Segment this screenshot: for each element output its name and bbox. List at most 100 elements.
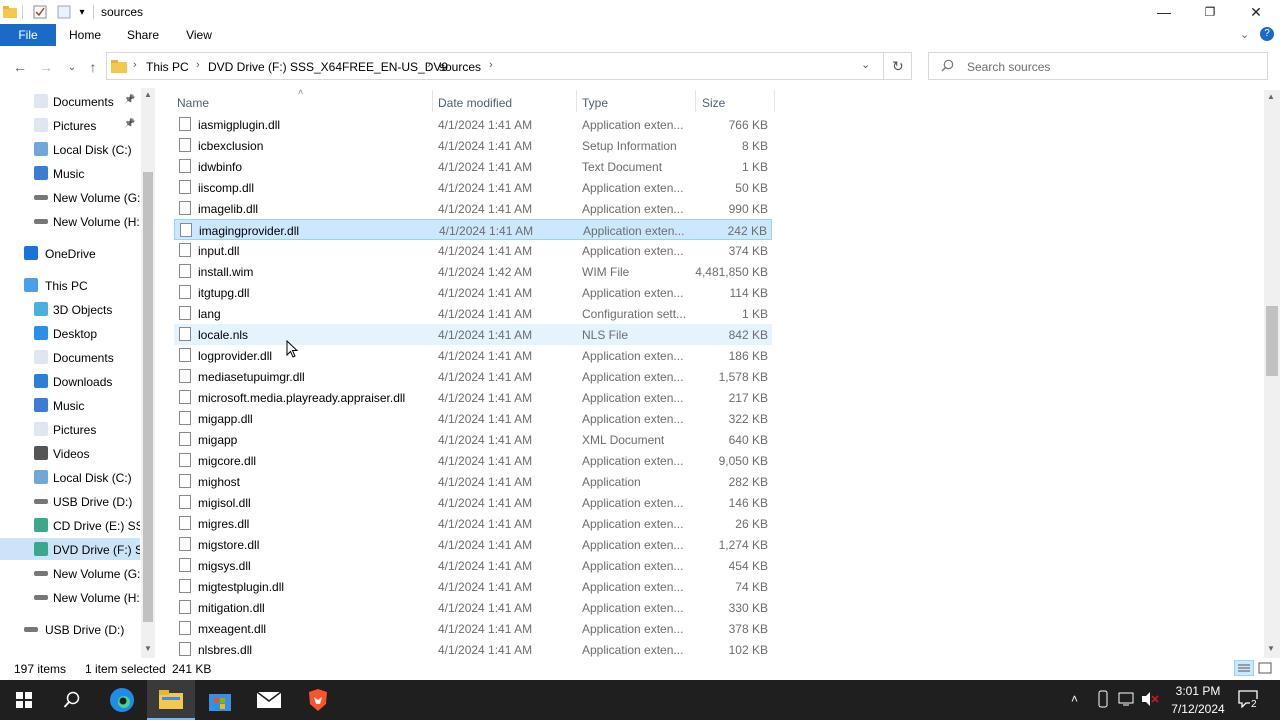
sidebar-item[interactable]: CD Drive (E:) SSS [0, 514, 140, 536]
store-button[interactable] [196, 680, 244, 720]
back-button[interactable]: ← [10, 58, 30, 76]
breadcrumb-sources[interactable]: sources [439, 60, 481, 74]
sidebar-item[interactable]: USB Drive (D:) [0, 490, 140, 512]
tab-view[interactable]: View [176, 24, 222, 46]
table-row[interactable]: itgtupg.dll 4/1/2024 1:41 AM Application e… [174, 282, 772, 303]
table-row[interactable]: migres.dll 4/1/2024 1:41 AM Application ex… [174, 513, 772, 534]
sidebar-item[interactable]: 3D Objects [0, 298, 140, 320]
sidebar-item[interactable]: Music [0, 394, 140, 416]
table-row[interactable]: icbexclusion 4/1/2024 1:41 AM Setup Inform… [174, 135, 772, 156]
table-row[interactable]: imagingprovider.dll 4/1/2024 1:41 AM Appli… [174, 219, 772, 240]
table-row[interactable]: locale.nls 4/1/2024 1:41 AM NLS File 842 KB [174, 324, 772, 345]
sidebar-item[interactable]: Documents 📌 [0, 90, 140, 112]
address-dropdown-chevron-icon[interactable]: ⌄ [861, 58, 870, 71]
sidebar-item[interactable]: OneDrive [0, 242, 140, 264]
forward-button[interactable]: → [36, 58, 56, 76]
sidebar-item[interactable]: New Volume (G: [0, 562, 140, 584]
properties-icon[interactable] [32, 4, 48, 20]
help-icon[interactable]: ? [1260, 27, 1274, 41]
tab-home[interactable]: Home [60, 24, 110, 46]
table-row[interactable]: migsys.dll 4/1/2024 1:41 AM Application ex… [174, 555, 772, 576]
expand-ribbon-chevron-icon[interactable]: ⌄ [1240, 28, 1249, 41]
recent-locations-button[interactable]: ⌄ [62, 58, 82, 76]
scroll-down-arrow-icon[interactable]: ▼ [144, 644, 152, 653]
clock-date[interactable]: 7/12/2024 [1168, 702, 1228, 716]
sidebar-scrollbar-thumb[interactable] [143, 172, 153, 622]
volume-muted-icon[interactable] [1141, 691, 1159, 710]
column-divider[interactable] [432, 90, 433, 112]
table-row[interactable]: iiscomp.dll 4/1/2024 1:41 AM Application e… [174, 177, 772, 198]
clock-time[interactable]: 3:01 PM [1174, 684, 1222, 698]
refresh-icon[interactable]: ↻ [892, 58, 904, 75]
file-explorer-button[interactable] [147, 680, 195, 720]
sidebar-item[interactable]: Local Disk (C:) [0, 138, 140, 160]
up-button[interactable]: ↑ [83, 58, 103, 76]
table-row[interactable]: idwbinfo 4/1/2024 1:41 AM Text Document 1 K… [174, 156, 772, 177]
sidebar-item[interactable]: Videos [0, 442, 140, 464]
sidebar-item[interactable]: Pictures [0, 418, 140, 440]
scroll-up-arrow-icon[interactable]: ▲ [1267, 92, 1275, 101]
column-divider[interactable] [576, 90, 577, 112]
table-row[interactable]: logprovider.dll 4/1/2024 1:41 AM Applicati… [174, 345, 772, 366]
sidebar-item[interactable]: Music [0, 162, 140, 184]
minimize-button[interactable]: — [1141, 0, 1187, 24]
device-icon[interactable] [1096, 690, 1110, 711]
search-input[interactable]: Search sources [967, 60, 1050, 74]
sidebar-item[interactable]: New Volume (G: [0, 186, 140, 208]
details-view-button[interactable] [1234, 660, 1254, 676]
tab-share[interactable]: Share [118, 24, 168, 46]
table-row[interactable]: migtestplugin.dll 4/1/2024 1:41 AM Applica… [174, 576, 772, 597]
mail-button[interactable] [245, 680, 293, 720]
column-date-modified[interactable]: Date modified [438, 96, 512, 110]
table-row[interactable]: migisol.dll 4/1/2024 1:41 AM Application e… [174, 492, 772, 513]
new-folder-icon[interactable] [56, 4, 72, 20]
table-row[interactable]: migstore.dll 4/1/2024 1:41 AM Application … [174, 534, 772, 555]
scroll-down-arrow-icon[interactable]: ▼ [1267, 644, 1275, 653]
restore-button[interactable]: ❐ [1187, 0, 1233, 24]
breadcrumb-dvd-drive[interactable]: DVD Drive (F:) SSS_X64FREE_EN-US_DV9 [208, 60, 448, 74]
search-box[interactable]: Search sources [928, 52, 1268, 80]
table-row[interactable]: input.dll 4/1/2024 1:41 AM Application ext… [174, 240, 772, 261]
column-divider[interactable] [695, 90, 696, 112]
table-row[interactable]: nlsbres.dll 4/1/2024 1:41 AM Application e… [174, 639, 772, 660]
address-bar[interactable]: › This PC › DVD Drive (F:) SSS_X64FREE_E… [106, 52, 912, 80]
column-name[interactable]: Name [177, 96, 209, 110]
network-icon[interactable] [1118, 691, 1136, 710]
table-row[interactable]: mediasetupuimgr.dll 4/1/2024 1:41 AM Appli… [174, 366, 772, 387]
large-icons-view-button[interactable] [1257, 661, 1273, 675]
sidebar-item[interactable]: DVD Drive (F:) SS [0, 538, 140, 560]
table-row[interactable]: mitigation.dll 4/1/2024 1:41 AM Applicatio… [174, 597, 772, 618]
table-row[interactable]: mxeagent.dll 4/1/2024 1:41 AM Application … [174, 618, 772, 639]
column-type[interactable]: Type [582, 96, 608, 110]
sidebar-item[interactable]: Pictures 📌 [0, 114, 140, 136]
sidebar-item[interactable]: Local Disk (C:) [0, 466, 140, 488]
brave-button[interactable] [294, 680, 342, 720]
table-row[interactable]: microsoft.media.playready.appraiser.dll 4… [174, 387, 772, 408]
sidebar-item[interactable]: Documents [0, 346, 140, 368]
sidebar-item[interactable]: New Volume (H: [0, 210, 140, 232]
start-button[interactable] [0, 680, 48, 720]
table-row[interactable]: migapp 4/1/2024 1:41 AM XML Document 640 KB [174, 429, 772, 450]
tab-file[interactable]: File [0, 24, 56, 46]
sidebar-item[interactable]: USB Drive (D:) [0, 618, 140, 640]
sidebar-item[interactable]: Downloads [0, 370, 140, 392]
sidebar-item[interactable]: New Volume (H: [0, 586, 140, 608]
table-row[interactable]: iasmigplugin.dll 4/1/2024 1:41 AM Applicat… [174, 114, 772, 135]
sidebar-item[interactable]: This PC [0, 274, 140, 296]
edge-button[interactable] [98, 680, 146, 720]
column-size[interactable]: Size [702, 96, 725, 110]
customize-toolbar-chevron-icon[interactable]: ▾ [76, 4, 88, 20]
table-row[interactable]: lang 4/1/2024 1:41 AM Configuration sett..… [174, 303, 772, 324]
table-row[interactable]: imagelib.dll 4/1/2024 1:41 AM Application … [174, 198, 772, 219]
breadcrumb-this-pc[interactable]: This PC [146, 60, 189, 74]
table-row[interactable]: migcore.dll 4/1/2024 1:41 AM Application e… [174, 450, 772, 471]
scroll-up-arrow-icon[interactable]: ▲ [144, 90, 152, 99]
table-row[interactable]: install.wim 4/1/2024 1:42 AM WIM File 4,481… [174, 261, 772, 282]
show-hidden-icons-chevron-icon[interactable]: ˄ [1071, 692, 1078, 706]
table-row[interactable]: mighost 4/1/2024 1:41 AM Application 282 KB [174, 471, 772, 492]
search-button[interactable] [48, 680, 96, 720]
sidebar-item[interactable]: Desktop [0, 322, 140, 344]
table-row[interactable]: migapp.dll 4/1/2024 1:41 AM Application ex… [174, 408, 772, 429]
close-button[interactable]: ✕ [1233, 0, 1279, 24]
column-divider[interactable] [774, 90, 775, 112]
